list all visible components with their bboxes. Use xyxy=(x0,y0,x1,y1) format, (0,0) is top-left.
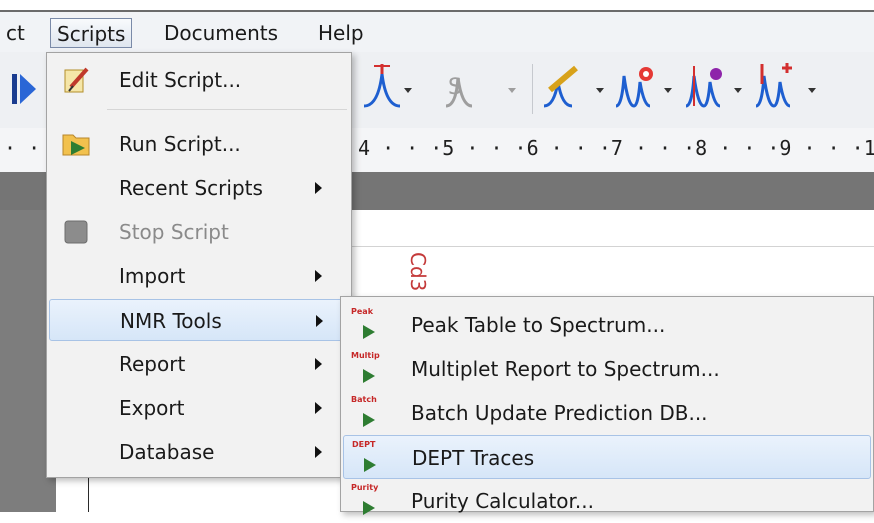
menu-item-label: Edit Script... xyxy=(119,68,242,92)
submenu-arrow-icon xyxy=(315,358,322,370)
submenu-arrow-icon xyxy=(315,446,322,458)
menu-item-run-script[interactable]: Run Script... xyxy=(49,123,349,165)
menu-item-label: Stop Script xyxy=(119,220,229,244)
menu-item-stop-script[interactable]: Stop Script xyxy=(49,211,349,253)
menu-item-label: NMR Tools xyxy=(120,309,222,333)
menu-bar: ct Scripts Documents Help xyxy=(0,12,874,52)
icon-tag-text: Purity xyxy=(351,483,379,492)
window-top-border xyxy=(0,0,874,12)
purity-script-icon: Purity xyxy=(351,483,387,519)
menu-project-partial[interactable]: ct xyxy=(0,18,31,48)
toolbar-left-icon[interactable] xyxy=(6,60,46,118)
submenu-item-peak-table[interactable]: Peak Peak Table to Spectrum... xyxy=(343,303,871,347)
menu-item-import[interactable]: Import xyxy=(49,255,349,297)
icon-tag-text: DEPT xyxy=(352,440,376,449)
icon-tag-text: Multip xyxy=(351,351,380,360)
submenu-arrow-icon xyxy=(315,270,322,282)
submenu-item-batch-update[interactable]: Batch Batch Update Prediction DB... xyxy=(343,391,871,435)
run-script-icon xyxy=(61,129,91,159)
submenu-item-multiplet-report[interactable]: Multip Multiplet Report to Spectrum... xyxy=(343,347,871,391)
multiplet-script-icon: Multip xyxy=(351,351,387,387)
menu-item-label: Export xyxy=(119,396,185,420)
menu-item-export[interactable]: Export xyxy=(49,387,349,429)
multiplet-icon[interactable] xyxy=(540,60,610,118)
submenu-item-label: Multiplet Report to Spectrum... xyxy=(411,357,720,381)
stop-icon xyxy=(61,217,91,247)
submenu-item-purity-calculator[interactable]: Purity Purity Calculator... xyxy=(343,479,871,523)
icon-tag-text: Peak xyxy=(351,307,374,316)
dept-script-icon: DEPT xyxy=(352,440,388,476)
menu-item-report[interactable]: Report xyxy=(49,343,349,385)
scripts-menu: Edit Script... Run Script... Recent Scri… xyxy=(46,52,352,478)
submenu-arrow-icon xyxy=(315,402,322,414)
peak-script-icon: Peak xyxy=(351,307,387,343)
submenu-item-dept-traces[interactable]: DEPT DEPT Traces xyxy=(343,435,871,479)
menu-documents[interactable]: Documents xyxy=(158,18,284,48)
edit-script-icon xyxy=(61,65,91,95)
submenu-arrow-icon xyxy=(316,315,323,327)
menu-item-recent-scripts[interactable]: Recent Scripts xyxy=(49,167,349,209)
add-peaks-icon[interactable] xyxy=(752,60,832,118)
toolbar-separator xyxy=(532,64,533,114)
menu-separator xyxy=(107,109,347,110)
deconvolution-icon[interactable] xyxy=(682,60,750,118)
icon-tag-text: Batch xyxy=(351,395,377,404)
fit-icon[interactable] xyxy=(612,60,680,118)
batch-script-icon: Batch xyxy=(351,395,387,431)
menu-item-database[interactable]: Database xyxy=(49,431,349,473)
submenu-item-label: Peak Table to Spectrum... xyxy=(411,313,666,337)
menu-item-label: Recent Scripts xyxy=(119,176,263,200)
menu-item-label: Run Script... xyxy=(119,132,241,156)
ruler-scale: 4 · · ·5 · · ·6 · · ·7 · · ·8 · · ·9 · ·… xyxy=(358,136,874,160)
document-vertical-label: Cd3 xyxy=(406,252,430,292)
submenu-item-label: Batch Update Prediction DB... xyxy=(411,401,708,425)
submenu-arrow-icon xyxy=(315,182,322,194)
integrate-disabled-icon[interactable]: S xyxy=(442,60,522,118)
submenu-item-label: DEPT Traces xyxy=(412,446,535,470)
menu-item-edit-script[interactable]: Edit Script... xyxy=(49,59,349,101)
nmr-tools-submenu: Peak Peak Table to Spectrum... Multip Mu… xyxy=(340,296,874,515)
menu-item-label: Import xyxy=(119,264,186,288)
peak-pick-icon[interactable] xyxy=(360,60,416,118)
svg-text:S: S xyxy=(448,75,462,100)
menu-help[interactable]: Help xyxy=(312,18,370,48)
menu-item-label: Database xyxy=(119,440,215,464)
menu-item-nmr-tools[interactable]: NMR Tools xyxy=(49,299,349,341)
menu-item-label: Report xyxy=(119,352,186,376)
menu-scripts[interactable]: Scripts xyxy=(50,18,133,48)
